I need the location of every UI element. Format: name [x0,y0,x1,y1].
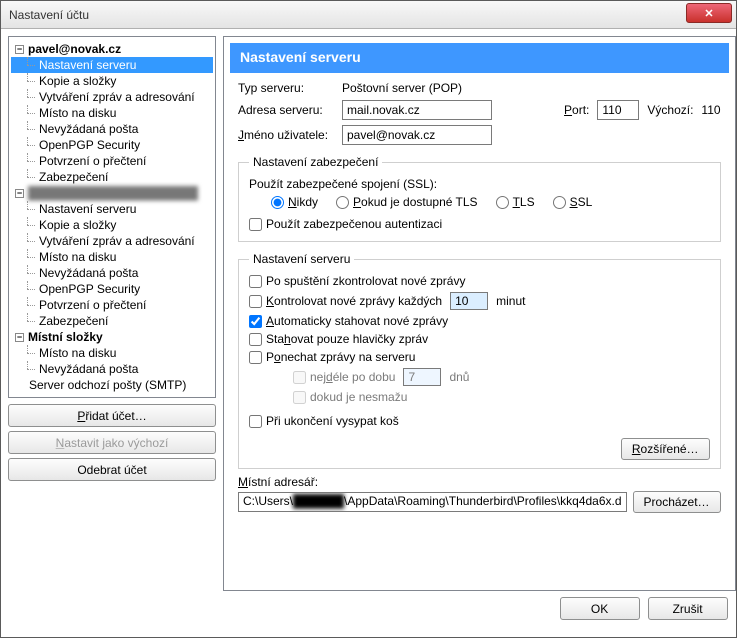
titlebar[interactable]: Nastavení účtu ✕ [1,1,736,29]
tree-item[interactable]: Místo na disku [11,345,213,361]
side-buttons: Přidat účet… Nastavit jako výchozí Odebr… [8,404,216,481]
tree-item[interactable]: Zabezpečení [11,313,213,329]
server-legend: Nastavení serveru [249,252,354,266]
settings-panel: Nastavení serveru Typ serveru: Poštovní … [223,36,736,591]
tree-item[interactable]: Vytváření zpráv a adresování [11,233,213,249]
empty-trash[interactable]: Při ukončení vysypat koš [249,414,399,428]
browse-button[interactable]: Procházet… [633,491,721,513]
auto-download[interactable]: Automaticky stahovat nové zprávy [249,314,448,328]
server-type-value: Poštovní server (POP) [342,81,721,95]
max-days-value[interactable]: 7 [403,368,441,386]
remove-account-button[interactable]: Odebrat účet [8,458,216,481]
tree-item-copies[interactable]: Kopie a složky [11,73,213,89]
minutes-label: minut [496,294,525,308]
local-dir-label: Místní adresář: [238,475,318,489]
tree-account-1[interactable]: −pavel@novak.cz [11,41,213,57]
check-on-start[interactable]: Po spuštění zkontrolovat nové zprávy [249,274,465,288]
panel-title: Nastavení serveru [230,43,729,73]
username-input[interactable] [342,125,492,145]
close-icon: ✕ [704,7,713,20]
tree-item-junk[interactable]: Nevyžádaná pošta [11,121,213,137]
security-group: Nastavení zabezpečení Použít zabezpečené… [238,155,721,242]
headers-only[interactable]: Stahovat pouze hlavičky zpráv [249,332,428,346]
add-account-button[interactable]: Přidat účet… [8,404,216,427]
tree-item-compose[interactable]: Vytváření zpráv a adresování [11,89,213,105]
local-dir-input[interactable]: C:\Users\██████\AppData\Roaming\Thunderb… [238,492,627,512]
server-address-input[interactable] [342,100,492,120]
tree-item[interactable]: OpenPGP Security [11,281,213,297]
window-title: Nastavení účtu [1,8,89,22]
tree-local-folders[interactable]: −Místní složky [11,329,213,345]
until-delete[interactable]: dokud je nesmažu [293,390,407,404]
set-default-button[interactable]: Nastavit jako výchozí [8,431,216,454]
tree-smtp[interactable]: Server odchozí pošty (SMTP) [11,377,213,393]
days-label: dnů [449,370,469,384]
account-tree[interactable]: −pavel@novak.cz Nastavení serveru Kopie … [8,36,216,398]
tree-item-server-settings[interactable]: Nastavení serveru [11,57,213,73]
tree-account-2[interactable]: −████████████████████ [11,185,213,201]
right-column: Nastavení serveru Typ serveru: Poštovní … [223,36,736,630]
content: −pavel@novak.cz Nastavení serveru Kopie … [1,29,736,637]
port-label: Port: [564,103,589,117]
ssl-options: Nikdy Pokud je dostupné TLS TLS SSL [249,195,710,209]
ssl-tls-radio[interactable]: TLS [496,195,535,209]
tree-item-security[interactable]: Zabezpečení [11,169,213,185]
tree-item[interactable]: Kopie a složky [11,217,213,233]
collapse-icon[interactable]: − [15,189,24,198]
account-settings-window: Nastavení účtu ✕ −pavel@novak.cz Nastave… [0,0,737,638]
local-dir-section: Místní adresář: C:\Users\██████\AppData\… [238,475,721,513]
left-column: −pavel@novak.cz Nastavení serveru Kopie … [8,36,216,630]
collapse-icon[interactable]: − [15,45,24,54]
tree-item[interactable]: Místo na disku [11,249,213,265]
collapse-icon[interactable]: − [15,333,24,342]
server-type-label: Typ serveru: [238,81,334,95]
tree-item-receipts[interactable]: Potvrzení o přečtení [11,153,213,169]
port-input[interactable] [597,100,639,120]
max-days[interactable]: nejdéle po dobu [293,370,395,384]
ssl-label: Použít zabezpečené spojení (SSL): [249,177,437,191]
ssl-never-radio[interactable]: Nikdy [271,195,318,209]
default-port-label: Výchozí: [647,103,693,117]
check-every-minutes[interactable]: 10 [450,292,488,310]
server-address-label: Adresa serveru: [238,103,334,117]
ssl-label-row: Použít zabezpečené spojení (SSL): [249,177,710,191]
default-port-value: 110 [701,103,720,117]
tree-item[interactable]: Nevyžádaná pošta [11,361,213,377]
close-button[interactable]: ✕ [686,3,732,23]
leave-on-server[interactable]: Ponechat zprávy na serveru [249,350,415,364]
tree-item[interactable]: Potvrzení o přečtení [11,297,213,313]
security-legend: Nastavení zabezpečení [249,155,382,169]
server-identity-grid: Typ serveru: Poštovní server (POP) Adres… [238,81,721,145]
tree-item-openpgp[interactable]: OpenPGP Security [11,137,213,153]
tree-item-disk[interactable]: Místo na disku [11,105,213,121]
server-group: Nastavení serveru Po spuštění zkontrolov… [238,252,721,469]
dialog-footer: OK Zrušit [223,597,736,630]
tree-item[interactable]: Nastavení serveru [11,201,213,217]
ssl-tlsavail-radio[interactable]: Pokud je dostupné TLS [336,195,478,209]
check-every[interactable]: Kontrolovat nové zprávy každých [249,294,442,308]
username-label: Jméno uživatele: [238,128,334,142]
advanced-button[interactable]: Rozšířené… [621,438,710,460]
tree-item[interactable]: Nevyžádaná pošta [11,265,213,281]
ssl-ssl-radio[interactable]: SSL [553,195,593,209]
secure-auth-check[interactable]: Použít zabezpečenou autentizaci [249,217,442,231]
cancel-button[interactable]: Zrušit [648,597,728,620]
ok-button[interactable]: OK [560,597,640,620]
panel-body: Typ serveru: Poštovní server (POP) Adres… [224,79,735,523]
